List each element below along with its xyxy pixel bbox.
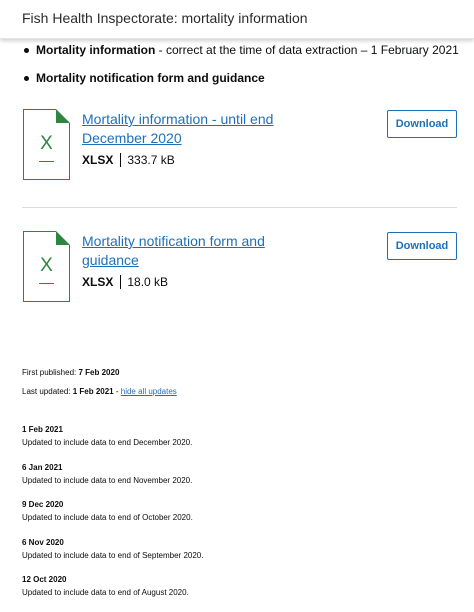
history-note: Updated to include data to end November … — [22, 475, 193, 485]
file-format: XLSX — [82, 275, 114, 289]
history-entry: 6 Jan 2021 Updated to include data to en… — [22, 462, 422, 500]
published-label: First published: — [22, 368, 77, 377]
page-header: Fish Health Inspectorate: mortality info… — [0, 0, 474, 39]
hide-all-updates-link[interactable]: hide all updates — [121, 387, 177, 396]
history-note: Updated to include data to end December … — [22, 438, 193, 447]
list-item-bold: Mortality information — [36, 43, 156, 57]
history-date: 6 Jan 2021 — [22, 462, 63, 472]
page-fold-icon — [56, 231, 70, 245]
page-title: Fish Health Inspectorate: mortality info… — [22, 10, 308, 26]
history-date: 1 Feb 2021 — [22, 425, 63, 434]
download-button[interactable]: Download — [387, 110, 457, 138]
attachment-title-link[interactable]: Mortality notification form and guidance — [82, 232, 302, 270]
last-updated: Last updated: 1 Feb 2021 - hide all upda… — [22, 387, 177, 396]
history-entry: 9 Dec 2020 Updated to include data to en… — [22, 499, 422, 537]
first-published: First published: 7 Feb 2020 — [22, 368, 119, 377]
history-note: Updated to include data to end of Octobe… — [22, 513, 193, 522]
history-entry: 1 Feb 2021 Updated to include data to en… — [22, 424, 422, 462]
published-date: 7 Feb 2020 — [78, 368, 120, 377]
bullet-icon — [24, 76, 29, 81]
attachment-summary-list: Mortality information - correct at the t… — [24, 42, 464, 98]
attachment-title-link[interactable]: Mortality information - until end Decemb… — [82, 110, 302, 148]
history-date: 12 Oct 2020 — [22, 575, 67, 584]
file-format: XLSX — [82, 153, 114, 167]
divider — [120, 275, 122, 289]
attachment-metadata: XLSX 333.7 kB — [82, 153, 175, 167]
history-entry: 6 Nov 2020 Updated to include data to en… — [22, 537, 422, 575]
history-note: Updated to include data to end of August… — [22, 588, 189, 597]
excel-file-icon[interactable]: X — [23, 109, 70, 180]
list-item-bold: Mortality notification form and guidance — [36, 71, 265, 85]
updated-date: 1 Feb 2021 — [72, 387, 114, 396]
updated-label: Last updated: — [22, 387, 71, 396]
list-item: Mortality notification form and guidance — [24, 70, 464, 86]
history-note: Updated to include data to end of Septem… — [22, 550, 204, 560]
excel-file-icon[interactable]: X — [23, 231, 70, 302]
history-date: 9 Dec 2020 — [22, 500, 64, 509]
file-size: 18.0 kB — [127, 275, 169, 289]
page-fold-icon — [56, 109, 70, 123]
change-history: 1 Feb 2021 Updated to include data to en… — [22, 424, 422, 612]
history-date: 6 Nov 2020 — [22, 537, 64, 547]
list-item: Mortality information - correct at the t… — [24, 42, 464, 58]
bullet-icon — [24, 48, 29, 53]
list-item-text: - correct at the time of data extraction… — [155, 43, 459, 57]
attachment-divider — [22, 207, 457, 208]
download-button[interactable]: Download — [387, 232, 457, 260]
file-size: 333.7 kB — [127, 153, 175, 167]
divider — [120, 153, 122, 167]
updated-separator: - — [113, 387, 121, 396]
attachment-metadata: XLSX 18.0 kB — [82, 275, 168, 289]
